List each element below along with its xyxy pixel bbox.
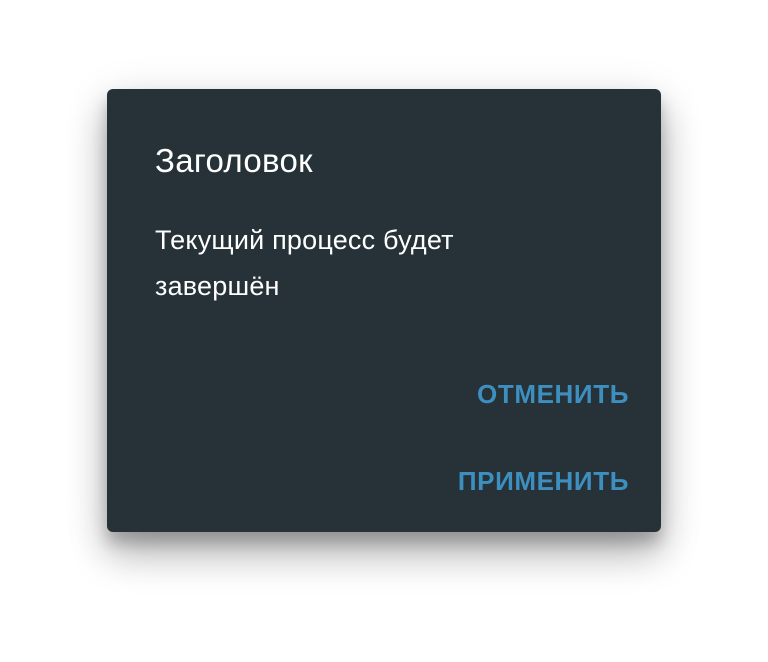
confirmation-dialog: Заголовок Текущий процесс будет завершён… xyxy=(107,89,661,532)
dialog-message: Текущий процесс будет завершён xyxy=(155,225,454,301)
cancel-button[interactable]: ОТМЕНИТЬ xyxy=(477,377,629,411)
apply-button[interactable]: ПРИМЕНИТЬ xyxy=(458,464,629,498)
dialog-title: Заголовок xyxy=(155,142,313,179)
